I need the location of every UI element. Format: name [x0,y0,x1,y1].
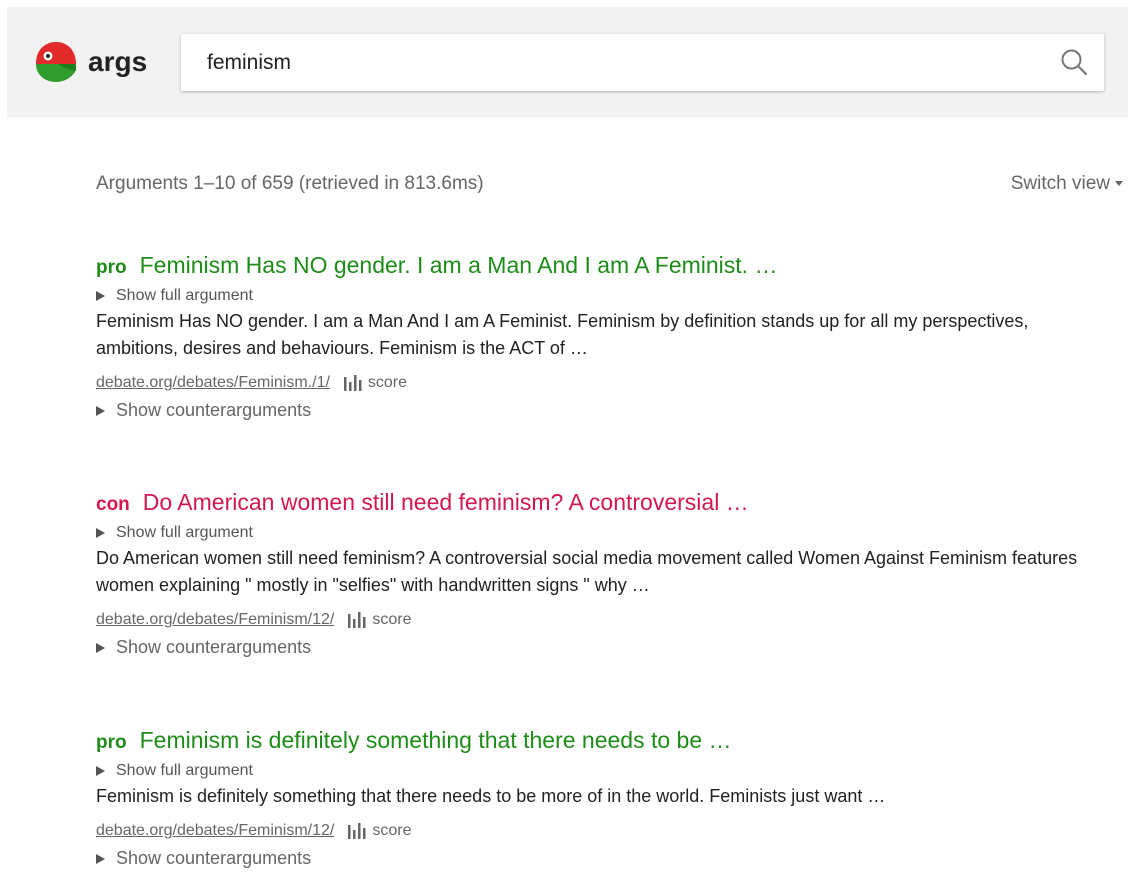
switch-view-label: Switch view [1010,173,1110,194]
result-title-row: pro Feminism is definitely something tha… [96,727,1086,754]
switch-view-dropdown[interactable]: Switch view [1011,173,1123,195]
source-link[interactable]: debate.org/debates/Feminism/12/ [96,611,334,629]
show-full-argument-toggle[interactable]: Show full argument [96,762,1086,780]
result-meta: debate.org/debates/Feminism/12/ score [96,611,1086,629]
results-stats: Arguments 1–10 of 659 (retrieved in 813.… [96,173,484,194]
show-counterarguments-toggle[interactable]: Show counterarguments [96,848,1086,869]
show-counterarguments-label: Show counterarguments [116,637,312,657]
argument-snippet: Feminism is definitely something that th… [96,786,886,806]
result-title-row: pro Feminism Has NO gender. I am a Man A… [96,252,1086,279]
stance-label: con [96,494,130,515]
parrot-logo-icon [36,42,76,82]
caret-down-icon [1115,181,1123,187]
triangle-right-icon [96,405,105,416]
show-counterarguments-toggle[interactable]: Show counterarguments [96,400,1086,421]
score-button[interactable]: score [347,822,411,840]
result-item: pro Feminism is definitely something tha… [96,727,1086,869]
triangle-right-icon [96,853,105,864]
show-full-argument-toggle[interactable]: Show full argument [96,287,1086,305]
result-title-row: con Do American women still need feminis… [96,489,1086,516]
result-title[interactable]: Feminism is definitely something that th… [140,727,732,754]
score-label: score [372,611,412,628]
header-bar: args [7,7,1128,118]
logo-text: args [88,46,148,77]
triangle-right-icon [96,642,105,653]
search-icon[interactable] [1060,48,1088,76]
show-full-argument-toggle[interactable]: Show full argument [96,524,1086,542]
result-meta: debate.org/debates/Feminism./1/ score [96,374,1086,392]
argument-snippet: Do American women still need feminism? A… [96,548,1078,595]
bar-chart-icon [348,612,366,628]
show-full-argument-label: Show full argument [116,524,253,541]
show-full-argument-label: Show full argument [116,287,253,304]
score-button[interactable]: score [343,374,407,392]
source-link[interactable]: debate.org/debates/Feminism./1/ [96,374,330,392]
show-full-argument-label: Show full argument [116,762,253,779]
stance-label: pro [96,732,127,753]
triangle-right-icon [96,766,105,776]
result-item: pro Feminism Has NO gender. I am a Man A… [96,252,1086,421]
result-meta: debate.org/debates/Feminism/12/ score [96,822,1086,840]
bar-chart-icon [348,823,366,839]
score-label: score [367,374,408,391]
show-counterarguments-label: Show counterarguments [116,400,312,420]
stance-label: pro [96,257,127,278]
score-button[interactable]: score [347,611,411,629]
logo[interactable]: args [34,40,147,84]
score-label: score [372,822,412,839]
result-item: con Do American women still need feminis… [96,489,1086,658]
result-title[interactable]: Do American women still need feminism? A… [143,489,749,516]
search-input[interactable] [181,34,1041,91]
result-title[interactable]: Feminism Has NO gender. I am a Man And I… [140,252,778,279]
triangle-right-icon [96,528,105,538]
search-box [181,34,1104,91]
show-counterarguments-label: Show counterarguments [116,848,312,868]
bar-chart-icon [343,375,362,391]
triangle-right-icon [96,291,105,301]
argument-snippet: Feminism Has NO gender. I am a Man And I… [96,311,1029,358]
show-counterarguments-toggle[interactable]: Show counterarguments [96,637,1086,658]
source-link[interactable]: debate.org/debates/Feminism/12/ [96,822,334,840]
